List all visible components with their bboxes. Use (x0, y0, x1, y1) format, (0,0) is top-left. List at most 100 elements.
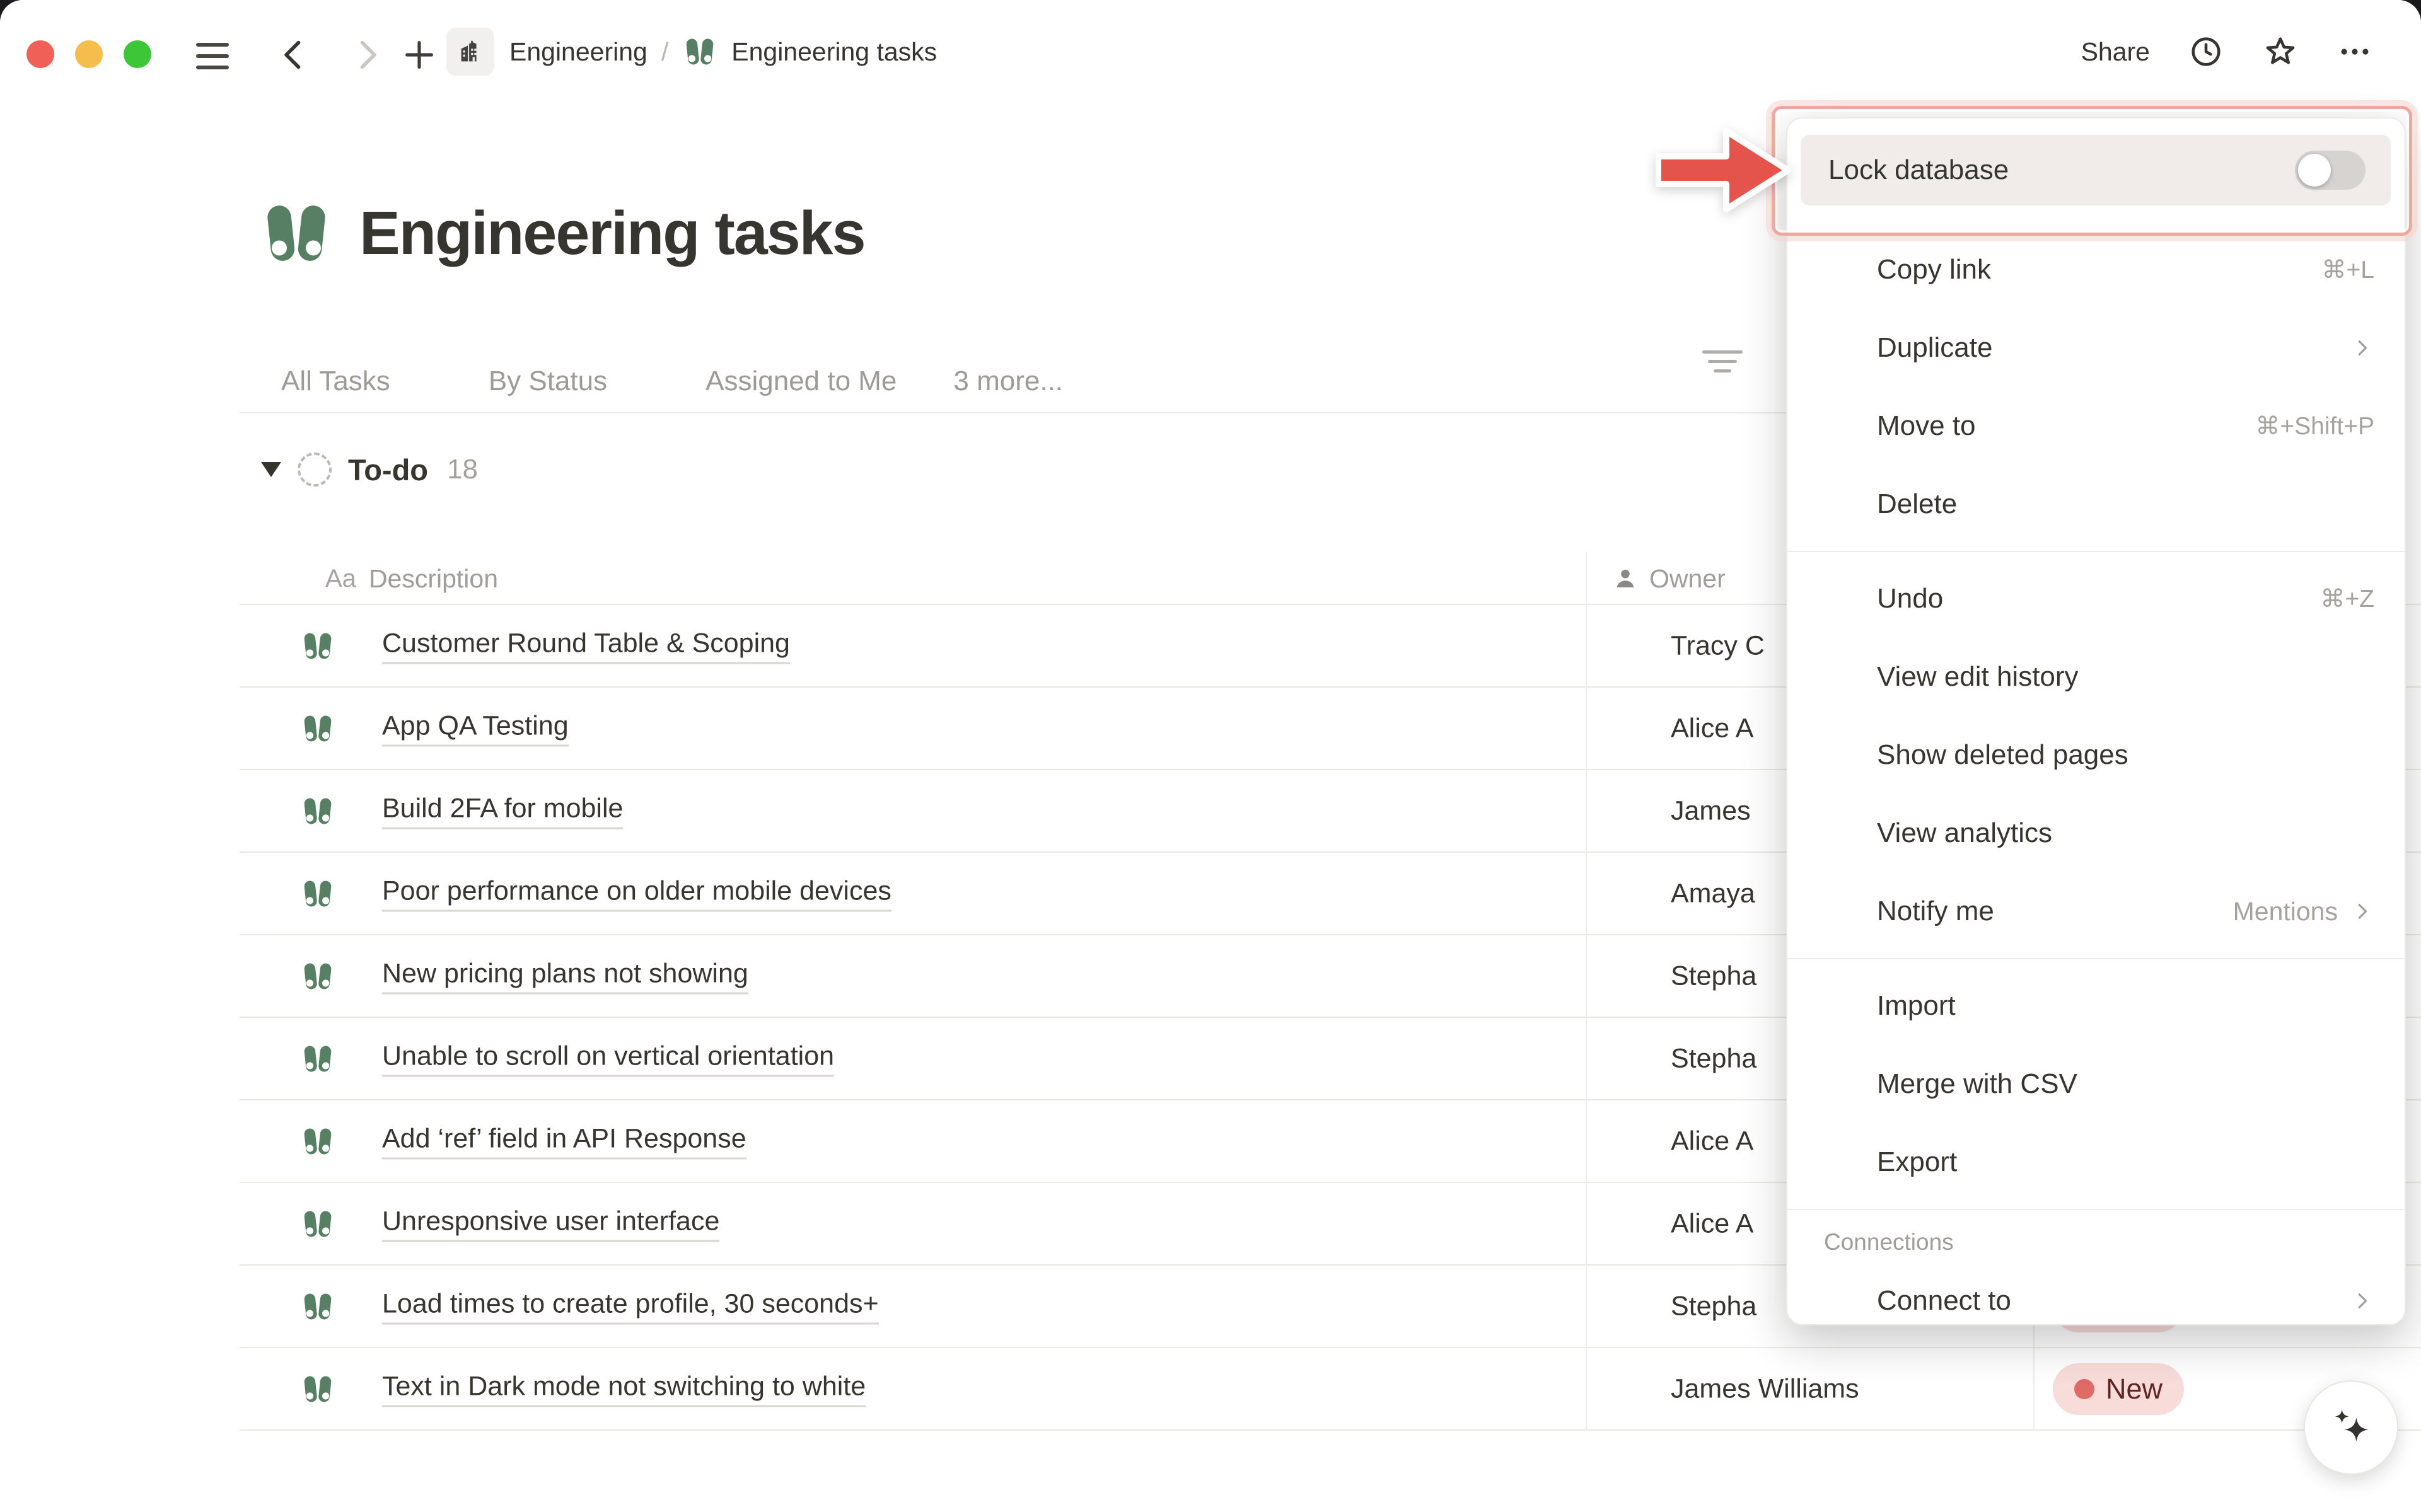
row-page-binoculars-icon (300, 794, 335, 829)
task-title-link[interactable]: Add ‘ref’ field in API Response (382, 1123, 746, 1159)
breadcrumb-page[interactable]: Engineering tasks (731, 37, 937, 67)
more-options-icon[interactable] (2337, 33, 2373, 70)
share-button[interactable]: Share (2081, 37, 2150, 67)
task-title-link[interactable]: Unresponsive user interface (382, 1206, 719, 1242)
new-tab-icon[interactable] (400, 35, 439, 74)
menu-item-label: Move to (1877, 410, 1976, 442)
owner-name[interactable]: Alice A (1671, 713, 1753, 744)
task-title-link[interactable]: Customer Round Table & Scoping (382, 628, 790, 664)
menu-item-trailing-value: Mentions (2233, 897, 2338, 926)
group-name: To-do (348, 453, 428, 487)
owner-name[interactable]: Stepha (1671, 1043, 1756, 1074)
menu-section-items: Copy link ⌘+L Duplicate Mov (1787, 231, 2405, 543)
menu-section: Undo ⌘+Z View edit history (1787, 560, 2405, 959)
menu-item[interactable]: Delete (1787, 465, 2405, 543)
menu-item-icon (1824, 896, 1854, 926)
row-page-binoculars-icon (300, 959, 335, 994)
task-title-link[interactable]: Unable to scroll on vertical orientation (382, 1041, 834, 1076)
owner-name[interactable]: Stepha (1671, 961, 1756, 991)
lock-database-toggle[interactable] (2295, 151, 2366, 190)
owner-avatar (1611, 708, 1653, 749)
view-tab[interactable]: All Tasks (240, 350, 390, 412)
chevron-right-icon (2350, 336, 2374, 360)
zoom-window-button[interactable] (124, 40, 151, 68)
person-icon (1611, 565, 1639, 592)
row-page-binoculars-icon (300, 1206, 335, 1242)
menu-item[interactable]: View edit history (1787, 638, 2405, 716)
more-views-button[interactable]: 3 more... (953, 366, 1063, 397)
menu-item-label: Export (1877, 1146, 1957, 1178)
owner-name[interactable]: James (1671, 795, 1751, 826)
menu-item[interactable]: View analytics (1787, 794, 2405, 872)
menu-item-icon (1824, 662, 1854, 692)
menu-item-icon (1824, 255, 1854, 285)
menu-item[interactable]: Duplicate (1787, 309, 2405, 387)
nav-back-icon[interactable] (275, 35, 314, 74)
menu-item-icon (1824, 584, 1854, 614)
notion-window: Engineering / Engineering tasks Share En… (0, 0, 2421, 1512)
menu-item[interactable]: Undo ⌘+Z (1787, 560, 2405, 638)
ai-assistant-button[interactable] (2304, 1380, 2398, 1475)
row-page-binoculars-icon (300, 1371, 335, 1407)
nav-forward-icon[interactable] (347, 35, 386, 74)
filter-icon[interactable] (1702, 350, 1753, 382)
building-icon (456, 37, 485, 66)
owner-name[interactable]: Alice A (1671, 1208, 1753, 1239)
row-page-binoculars-icon (300, 628, 335, 664)
menu-item-trailing: Mentions (2233, 897, 2374, 926)
minimize-window-button[interactable] (75, 40, 103, 68)
screen: Engineering / Engineering tasks Share En… (0, 0, 2421, 1512)
menu-item[interactable]: Merge with CSV (1787, 1045, 2405, 1123)
edit-history-icon[interactable] (2188, 33, 2224, 70)
menu-item-label: Import (1877, 990, 1956, 1022)
owner-name[interactable]: Alice A (1671, 1126, 1753, 1157)
column-header-owner[interactable]: Owner (1611, 552, 1726, 605)
menu-item-icon (1824, 740, 1854, 770)
menu-item[interactable]: Import (1787, 967, 2405, 1045)
lock-database-row[interactable]: Lock database (1801, 135, 2391, 205)
menu-item-icon (1824, 411, 1854, 441)
sidebar-toggle-icon[interactable] (193, 37, 232, 76)
page-header: Engineering tasks (258, 195, 865, 271)
workspace-chip[interactable] (446, 28, 494, 76)
menu-item[interactable]: Copy link ⌘+L (1787, 231, 2405, 309)
task-title-link[interactable]: Load times to create profile, 30 seconds… (382, 1288, 879, 1324)
breadcrumb-workspace[interactable]: Engineering (509, 37, 647, 67)
collapse-triangle-icon[interactable] (261, 462, 281, 477)
view-tab[interactable]: By Status (447, 350, 607, 412)
sparkle-icon (2326, 1403, 2376, 1452)
task-title-link[interactable]: New pricing plans not showing (382, 958, 748, 994)
table-row[interactable]: Text in Dark mode not switching to white… (240, 1348, 2421, 1431)
task-title-link[interactable]: Poor performance on older mobile devices (382, 875, 891, 911)
owner-avatar (1611, 873, 1653, 915)
owner-name[interactable]: Tracy C (1671, 630, 1765, 661)
favorite-star-icon[interactable] (2262, 33, 2299, 70)
view-tab-icon (447, 366, 477, 396)
task-title-link[interactable]: App QA Testing (382, 710, 569, 746)
menu-section-items: Undo ⌘+Z View edit history (1787, 560, 2405, 950)
page-icon-binoculars[interactable] (258, 195, 334, 271)
menu-item-label: Delete (1877, 488, 1957, 520)
task-title-link[interactable]: Build 2FA for mobile (382, 793, 623, 829)
task-title-link[interactable]: Text in Dark mode not switching to white (382, 1371, 866, 1407)
menu-item-trailing: ⌘+L (2322, 256, 2374, 284)
menu-item-trailing (2350, 1289, 2374, 1313)
row-page-binoculars-icon (300, 876, 335, 911)
view-tab[interactable]: Assigned to Me (664, 350, 897, 412)
menu-item[interactable]: Connect to (1787, 1262, 2405, 1325)
owner-name[interactable]: James Williams (1671, 1373, 1859, 1404)
view-tab-label: All Tasks (281, 366, 390, 397)
text-property-icon: Aa (325, 565, 356, 593)
owner-name[interactable]: Amaya (1671, 878, 1755, 909)
close-window-button[interactable] (26, 40, 54, 68)
row-page-binoculars-icon (300, 1289, 335, 1324)
owner-name[interactable]: Stepha (1671, 1291, 1756, 1322)
column-header-description[interactable]: Aa Description (325, 552, 498, 605)
menu-item[interactable]: Notify me Mentions (1787, 872, 2405, 950)
menu-item[interactable]: Move to ⌘+Shift+P (1787, 387, 2405, 465)
status-badge[interactable]: New (2053, 1363, 2184, 1415)
page-title: Engineering tasks (359, 198, 865, 268)
menu-item[interactable]: Show deleted pages (1787, 716, 2405, 794)
menu-item[interactable]: Export (1787, 1123, 2405, 1201)
menu-item-shortcut: ⌘+Shift+P (2255, 412, 2374, 441)
